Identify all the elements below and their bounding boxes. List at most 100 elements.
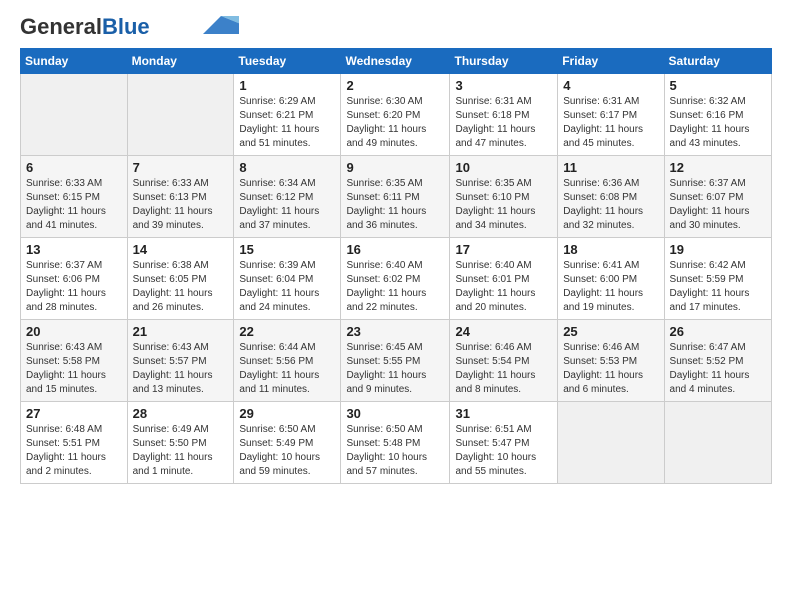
day-number: 12	[670, 160, 766, 175]
calendar-cell: 7Sunrise: 6:33 AM Sunset: 6:13 PM Daylig…	[127, 156, 234, 238]
day-number: 25	[563, 324, 658, 339]
calendar-cell: 4 Sunrise: 6:31 AM Sunset: 6:17 PM Daylig…	[558, 74, 664, 156]
day-info: Sunrise: 6:51 AM Sunset: 5:47 PM Dayligh…	[455, 423, 552, 479]
calendar-cell: 16 Sunrise: 6:40 AM Sunset: 6:02 PM Dayli…	[341, 238, 450, 320]
day-info: Sunrise: 6:32 AM Sunset: 6:16 PM Dayligh…	[670, 95, 766, 151]
day-number: 29	[239, 406, 335, 421]
day-info: Sunrise: 6:42 AM Sunset: 5:59 PM Dayligh…	[670, 259, 766, 315]
logo-blue: Blue	[102, 14, 150, 39]
day-info: Sunrise: 6:34 AM Sunset: 6:12 PM Dayligh…	[239, 177, 335, 233]
calendar-header-tuesday: Tuesday	[234, 49, 341, 74]
day-number: 23	[346, 324, 444, 339]
calendar-cell: 21 Sunrise: 6:43 AM Sunset: 5:57 PM Dayli…	[127, 320, 234, 402]
page: GeneralBlue SundayMondayTuesdayWednesday…	[0, 0, 792, 612]
calendar-cell: 6 Sunrise: 6:33 AM Sunset: 6:15 PM Daylig…	[21, 156, 128, 238]
calendar-cell: 11 Sunrise: 6:36 AM Sunset: 6:08 PM Dayli…	[558, 156, 664, 238]
calendar-cell: 25 Sunrise: 6:46 AM Sunset: 5:53 PM Dayli…	[558, 320, 664, 402]
calendar-header-wednesday: Wednesday	[341, 49, 450, 74]
calendar-cell: 30Sunrise: 6:50 AM Sunset: 5:48 PM Dayli…	[341, 402, 450, 484]
day-info: Sunrise: 6:43 AM Sunset: 5:58 PM Dayligh…	[26, 341, 122, 397]
logo-icon	[202, 16, 240, 34]
day-number: 26	[670, 324, 766, 339]
day-info: Sunrise: 6:29 AM Sunset: 6:21 PM Dayligh…	[239, 95, 335, 151]
calendar-week-2: 6 Sunrise: 6:33 AM Sunset: 6:15 PM Daylig…	[21, 156, 772, 238]
day-info: Sunrise: 6:50 AM Sunset: 5:48 PM Dayligh…	[346, 423, 444, 479]
calendar-cell: 24 Sunrise: 6:46 AM Sunset: 5:54 PM Dayli…	[450, 320, 558, 402]
day-number: 8	[239, 160, 335, 175]
day-number: 7	[133, 160, 229, 175]
day-number: 20	[26, 324, 122, 339]
calendar-header-monday: Monday	[127, 49, 234, 74]
calendar-cell: 26Sunrise: 6:47 AM Sunset: 5:52 PM Dayli…	[664, 320, 771, 402]
calendar-cell: 20 Sunrise: 6:43 AM Sunset: 5:58 PM Dayli…	[21, 320, 128, 402]
day-info: Sunrise: 6:43 AM Sunset: 5:57 PM Dayligh…	[133, 341, 229, 397]
calendar-cell	[21, 74, 128, 156]
calendar-cell: 17 Sunrise: 6:40 AM Sunset: 6:01 PM Dayli…	[450, 238, 558, 320]
day-number: 4	[563, 78, 658, 93]
day-info: Sunrise: 6:36 AM Sunset: 6:08 PM Dayligh…	[563, 177, 658, 233]
day-info: Sunrise: 6:44 AM Sunset: 5:56 PM Dayligh…	[239, 341, 335, 397]
day-info: Sunrise: 6:40 AM Sunset: 6:01 PM Dayligh…	[455, 259, 552, 315]
day-number: 6	[26, 160, 122, 175]
calendar-week-5: 27 Sunrise: 6:48 AM Sunset: 5:51 PM Dayli…	[21, 402, 772, 484]
day-number: 14	[133, 242, 229, 257]
day-number: 5	[670, 78, 766, 93]
calendar-cell: 14 Sunrise: 6:38 AM Sunset: 6:05 PM Dayli…	[127, 238, 234, 320]
day-info: Sunrise: 6:37 AM Sunset: 6:06 PM Dayligh…	[26, 259, 122, 315]
day-info: Sunrise: 6:39 AM Sunset: 6:04 PM Dayligh…	[239, 259, 335, 315]
day-number: 31	[455, 406, 552, 421]
calendar-cell: 22 Sunrise: 6:44 AM Sunset: 5:56 PM Dayli…	[234, 320, 341, 402]
logo-text: GeneralBlue	[20, 16, 150, 38]
calendar-cell	[558, 402, 664, 484]
day-number: 15	[239, 242, 335, 257]
calendar-cell: 29 Sunrise: 6:50 AM Sunset: 5:49 PM Dayli…	[234, 402, 341, 484]
day-info: Sunrise: 6:49 AM Sunset: 5:50 PM Dayligh…	[133, 423, 229, 479]
day-info: Sunrise: 6:50 AM Sunset: 5:49 PM Dayligh…	[239, 423, 335, 479]
calendar-cell: 27 Sunrise: 6:48 AM Sunset: 5:51 PM Dayli…	[21, 402, 128, 484]
day-info: Sunrise: 6:31 AM Sunset: 6:17 PM Dayligh…	[563, 95, 658, 151]
calendar-cell: 19Sunrise: 6:42 AM Sunset: 5:59 PM Dayli…	[664, 238, 771, 320]
calendar-header-thursday: Thursday	[450, 49, 558, 74]
day-number: 27	[26, 406, 122, 421]
day-info: Sunrise: 6:35 AM Sunset: 6:10 PM Dayligh…	[455, 177, 552, 233]
calendar-week-1: 1 Sunrise: 6:29 AM Sunset: 6:21 PM Daylig…	[21, 74, 772, 156]
calendar-cell: 23 Sunrise: 6:45 AM Sunset: 5:55 PM Dayli…	[341, 320, 450, 402]
day-info: Sunrise: 6:46 AM Sunset: 5:54 PM Dayligh…	[455, 341, 552, 397]
calendar-cell: 12Sunrise: 6:37 AM Sunset: 6:07 PM Dayli…	[664, 156, 771, 238]
day-info: Sunrise: 6:38 AM Sunset: 6:05 PM Dayligh…	[133, 259, 229, 315]
calendar-cell: 1 Sunrise: 6:29 AM Sunset: 6:21 PM Daylig…	[234, 74, 341, 156]
day-number: 11	[563, 160, 658, 175]
day-number: 21	[133, 324, 229, 339]
calendar-header-sunday: Sunday	[21, 49, 128, 74]
calendar-cell: 28Sunrise: 6:49 AM Sunset: 5:50 PM Dayli…	[127, 402, 234, 484]
calendar-cell	[127, 74, 234, 156]
calendar-header-saturday: Saturday	[664, 49, 771, 74]
day-info: Sunrise: 6:46 AM Sunset: 5:53 PM Dayligh…	[563, 341, 658, 397]
calendar-cell: 10Sunrise: 6:35 AM Sunset: 6:10 PM Dayli…	[450, 156, 558, 238]
calendar-cell: 5 Sunrise: 6:32 AM Sunset: 6:16 PM Daylig…	[664, 74, 771, 156]
calendar-cell: 31 Sunrise: 6:51 AM Sunset: 5:47 PM Dayli…	[450, 402, 558, 484]
day-number: 1	[239, 78, 335, 93]
calendar-header-row: SundayMondayTuesdayWednesdayThursdayFrid…	[21, 49, 772, 74]
calendar-cell: 9 Sunrise: 6:35 AM Sunset: 6:11 PM Daylig…	[341, 156, 450, 238]
calendar-week-4: 20 Sunrise: 6:43 AM Sunset: 5:58 PM Dayli…	[21, 320, 772, 402]
day-info: Sunrise: 6:33 AM Sunset: 6:15 PM Dayligh…	[26, 177, 122, 233]
calendar-cell: 2Sunrise: 6:30 AM Sunset: 6:20 PM Daylig…	[341, 74, 450, 156]
day-info: Sunrise: 6:45 AM Sunset: 5:55 PM Dayligh…	[346, 341, 444, 397]
day-number: 13	[26, 242, 122, 257]
day-info: Sunrise: 6:48 AM Sunset: 5:51 PM Dayligh…	[26, 423, 122, 479]
header: GeneralBlue	[20, 16, 772, 38]
day-number: 17	[455, 242, 552, 257]
day-number: 22	[239, 324, 335, 339]
calendar-table: SundayMondayTuesdayWednesdayThursdayFrid…	[20, 48, 772, 484]
logo-general: General	[20, 14, 102, 39]
day-number: 24	[455, 324, 552, 339]
day-info: Sunrise: 6:40 AM Sunset: 6:02 PM Dayligh…	[346, 259, 444, 315]
calendar-week-3: 13 Sunrise: 6:37 AM Sunset: 6:06 PM Dayli…	[21, 238, 772, 320]
logo: GeneralBlue	[20, 16, 240, 38]
day-info: Sunrise: 6:35 AM Sunset: 6:11 PM Dayligh…	[346, 177, 444, 233]
day-number: 2	[346, 78, 444, 93]
day-number: 9	[346, 160, 444, 175]
day-number: 16	[346, 242, 444, 257]
day-info: Sunrise: 6:41 AM Sunset: 6:00 PM Dayligh…	[563, 259, 658, 315]
